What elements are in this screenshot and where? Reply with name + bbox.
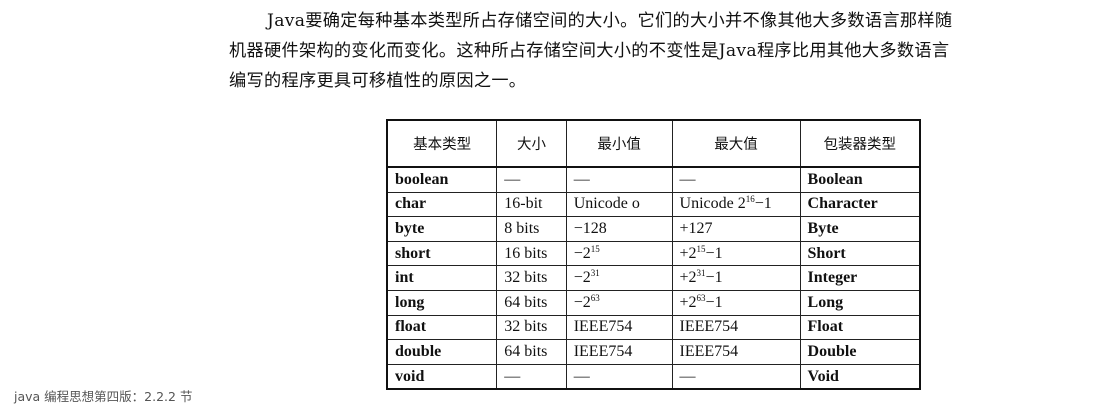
cell-min-base: Unicode o xyxy=(573,195,640,213)
cell-max-exponent: 16 xyxy=(745,194,755,205)
table-row: short 16 bits −215 +215−1 Short xyxy=(386,240,921,267)
cell-max-tail: −1 xyxy=(705,244,723,262)
cell-min-exponent: 31 xyxy=(590,268,600,279)
cell-min: Unicode o xyxy=(565,191,673,218)
cell-wrapper: Boolean xyxy=(799,166,921,193)
cell-max: — xyxy=(671,166,801,193)
cell-size: 64 bits xyxy=(496,339,567,365)
source-caption: java 编程思想第四版：2.2.2 节 xyxy=(14,389,193,404)
cell-wrapper: Byte xyxy=(799,216,921,242)
cell-max-base: +2 xyxy=(679,244,697,262)
cell-wrapper: Short xyxy=(799,240,921,267)
header-wrapper-type: 包装器类型 xyxy=(799,119,921,168)
cell-max-base: +2 xyxy=(679,293,697,311)
cell-type: byte xyxy=(386,216,498,242)
cell-type: double xyxy=(386,339,498,365)
cell-max: +215−1 xyxy=(671,240,801,267)
cell-max-base: — xyxy=(679,367,696,385)
header-max-value: 最大值 xyxy=(671,119,801,168)
cell-type: int xyxy=(386,265,498,291)
cell-max: — xyxy=(671,363,801,390)
cell-max-tail: −1 xyxy=(705,269,723,287)
cell-size: 16-bit xyxy=(496,191,567,218)
cell-size: 16 bits xyxy=(496,240,567,267)
table-row: byte 8 bits −128 +127 Byte xyxy=(386,216,921,242)
table-row: void — — — Void xyxy=(386,363,921,390)
cell-type: short xyxy=(386,240,498,267)
cell-max-base: — xyxy=(679,170,696,188)
cell-max-base: +127 xyxy=(679,219,713,237)
cell-type: float xyxy=(386,314,498,341)
body-paragraph: Java要确定每种基本类型所占存储空间的大小。它们的大小并不像其他大多数语言那样… xyxy=(229,6,1079,96)
cell-min: IEEE754 xyxy=(565,314,673,341)
cell-max: +127 xyxy=(671,216,801,242)
cell-wrapper: Void xyxy=(799,363,921,390)
cell-min-exponent: 63 xyxy=(590,292,600,303)
table-row: int 32 bits −231 +231−1 Integer xyxy=(386,265,921,291)
table-header-row: 基本类型 大小 最小值 最大值 包装器类型 xyxy=(386,119,921,168)
cell-min-base: IEEE754 xyxy=(573,318,633,336)
cell-type: boolean xyxy=(386,166,498,193)
cell-max: Unicode 216−1 xyxy=(671,191,801,218)
cell-max: IEEE754 xyxy=(671,339,801,365)
cell-size: — xyxy=(496,166,567,193)
cell-max-tail: −1 xyxy=(705,293,723,311)
cell-max-exponent: 15 xyxy=(696,243,706,254)
cell-size: 8 bits xyxy=(496,216,567,242)
paragraph-line-2: 机器硬件架构的变化而变化。这种所占存储空间大小的不变性是Java程序比用其他大多… xyxy=(229,41,950,61)
cell-min-base: IEEE754 xyxy=(573,342,633,360)
header-size: 大小 xyxy=(496,119,567,168)
table-row: float 32 bits IEEE754 IEEE754 Float xyxy=(386,314,921,341)
cell-type: long xyxy=(386,289,498,316)
table-row: long 64 bits −263 +263−1 Long xyxy=(386,289,921,316)
cell-min: −128 xyxy=(565,216,673,242)
cell-min: IEEE754 xyxy=(565,339,673,365)
cell-min-base: — xyxy=(573,170,590,188)
cell-size: 32 bits xyxy=(496,314,567,341)
cell-min-base: −2 xyxy=(573,269,591,287)
cell-max-base: IEEE754 xyxy=(679,318,739,336)
cell-size: 64 bits xyxy=(496,289,567,316)
cell-max-exponent: 63 xyxy=(696,292,706,303)
paragraph-line-3: 编写的程序更具可移植性的原因之一。 xyxy=(229,71,527,91)
header-min-value: 最小值 xyxy=(565,119,673,168)
cell-min-base: −2 xyxy=(573,244,591,262)
cell-min: — xyxy=(565,166,673,193)
paragraph-line-1: Java要确定每种基本类型所占存储空间的大小。它们的大小并不像其他大多数语言那样… xyxy=(267,11,953,31)
cell-wrapper: Integer xyxy=(799,265,921,291)
cell-min: −263 xyxy=(565,289,673,316)
cell-max-base: +2 xyxy=(679,269,697,287)
cell-max-base: IEEE754 xyxy=(679,342,739,360)
cell-max-base: Unicode 2 xyxy=(679,195,746,213)
cell-min-exponent: 15 xyxy=(590,243,600,254)
table-row: boolean — — — Boolean xyxy=(386,166,921,193)
cell-wrapper: Long xyxy=(799,289,921,316)
cell-size: — xyxy=(496,363,567,390)
table-row: char 16-bit Unicode o Unicode 216−1 Characte… xyxy=(386,191,921,218)
cell-wrapper: Float xyxy=(799,314,921,341)
cell-wrapper: Double xyxy=(799,339,921,365)
cell-max: +231−1 xyxy=(671,265,801,291)
cell-min-base: −128 xyxy=(573,219,607,237)
cell-max: IEEE754 xyxy=(671,314,801,341)
table-row: double 64 bits IEEE754 IEEE754 Double xyxy=(386,339,921,365)
cell-max-tail: −1 xyxy=(754,195,772,213)
cell-max: +263−1 xyxy=(671,289,801,316)
cell-type: void xyxy=(386,363,498,390)
cell-min-base: — xyxy=(573,367,590,385)
header-primitive-type: 基本类型 xyxy=(386,119,498,168)
cell-type: char xyxy=(386,191,498,218)
cell-max-exponent: 31 xyxy=(696,268,706,279)
cell-min: — xyxy=(565,363,673,390)
cell-min-base: −2 xyxy=(573,293,591,311)
cell-min: −215 xyxy=(565,240,673,267)
cell-wrapper: Character xyxy=(799,191,921,218)
primitive-types-table: 基本类型 大小 最小值 最大值 包装器类型 boolean — — — Boolean c… xyxy=(386,119,921,391)
cell-size: 32 bits xyxy=(496,265,567,291)
cell-min: −231 xyxy=(565,265,673,291)
